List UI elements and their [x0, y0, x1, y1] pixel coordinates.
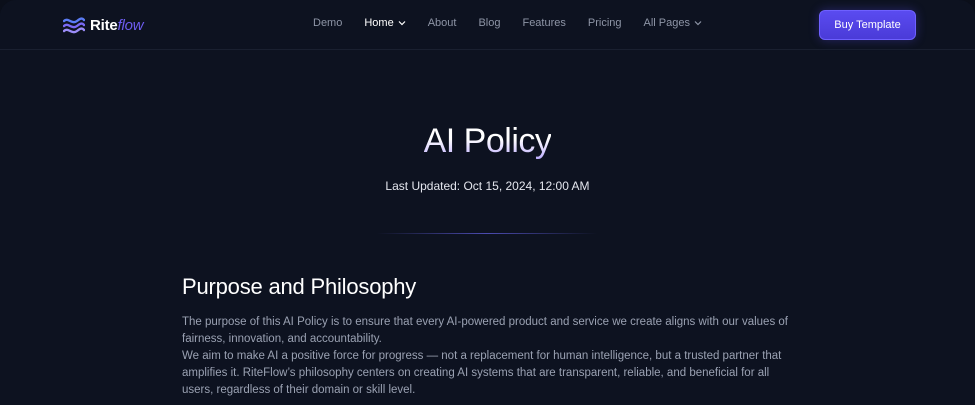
section-paragraph-2: We aim to make AI a positive force for p… — [182, 350, 782, 396]
section-paragraph-1: The purpose of this AI Policy is to ensu… — [182, 316, 788, 345]
nav-item-pricing[interactable]: Pricing — [588, 17, 622, 29]
last-updated-text: Last Updated: Oct 15, 2024, 12:00 AM — [385, 179, 590, 193]
page-frame: Riteflow Demo Home About Blog Features P… — [0, 0, 975, 405]
nav-item-blog[interactable]: Blog — [478, 17, 500, 29]
chevron-down-icon — [694, 21, 702, 26]
top-navigation: Riteflow Demo Home About Blog Features P… — [0, 0, 975, 50]
nav-item-all-pages[interactable]: All Pages — [644, 17, 702, 29]
brand-name: Riteflow — [90, 16, 144, 34]
nav-item-features[interactable]: Features — [522, 17, 565, 29]
chevron-down-icon — [398, 21, 406, 26]
nav-item-about[interactable]: About — [428, 17, 457, 29]
brand-logo[interactable]: Riteflow — [63, 15, 144, 35]
nav-item-home[interactable]: Home — [364, 17, 406, 29]
main-menu: Demo Home About Blog Features Pricing Al… — [313, 17, 724, 29]
section-divider — [377, 233, 597, 234]
riteflow-logo-icon — [63, 17, 85, 34]
section-heading: Purpose and Philosophy — [182, 274, 417, 299]
nav-item-demo[interactable]: Demo — [313, 17, 342, 29]
buy-template-button[interactable]: Buy Template — [819, 10, 916, 40]
page-title: AI Policy — [423, 122, 552, 160]
